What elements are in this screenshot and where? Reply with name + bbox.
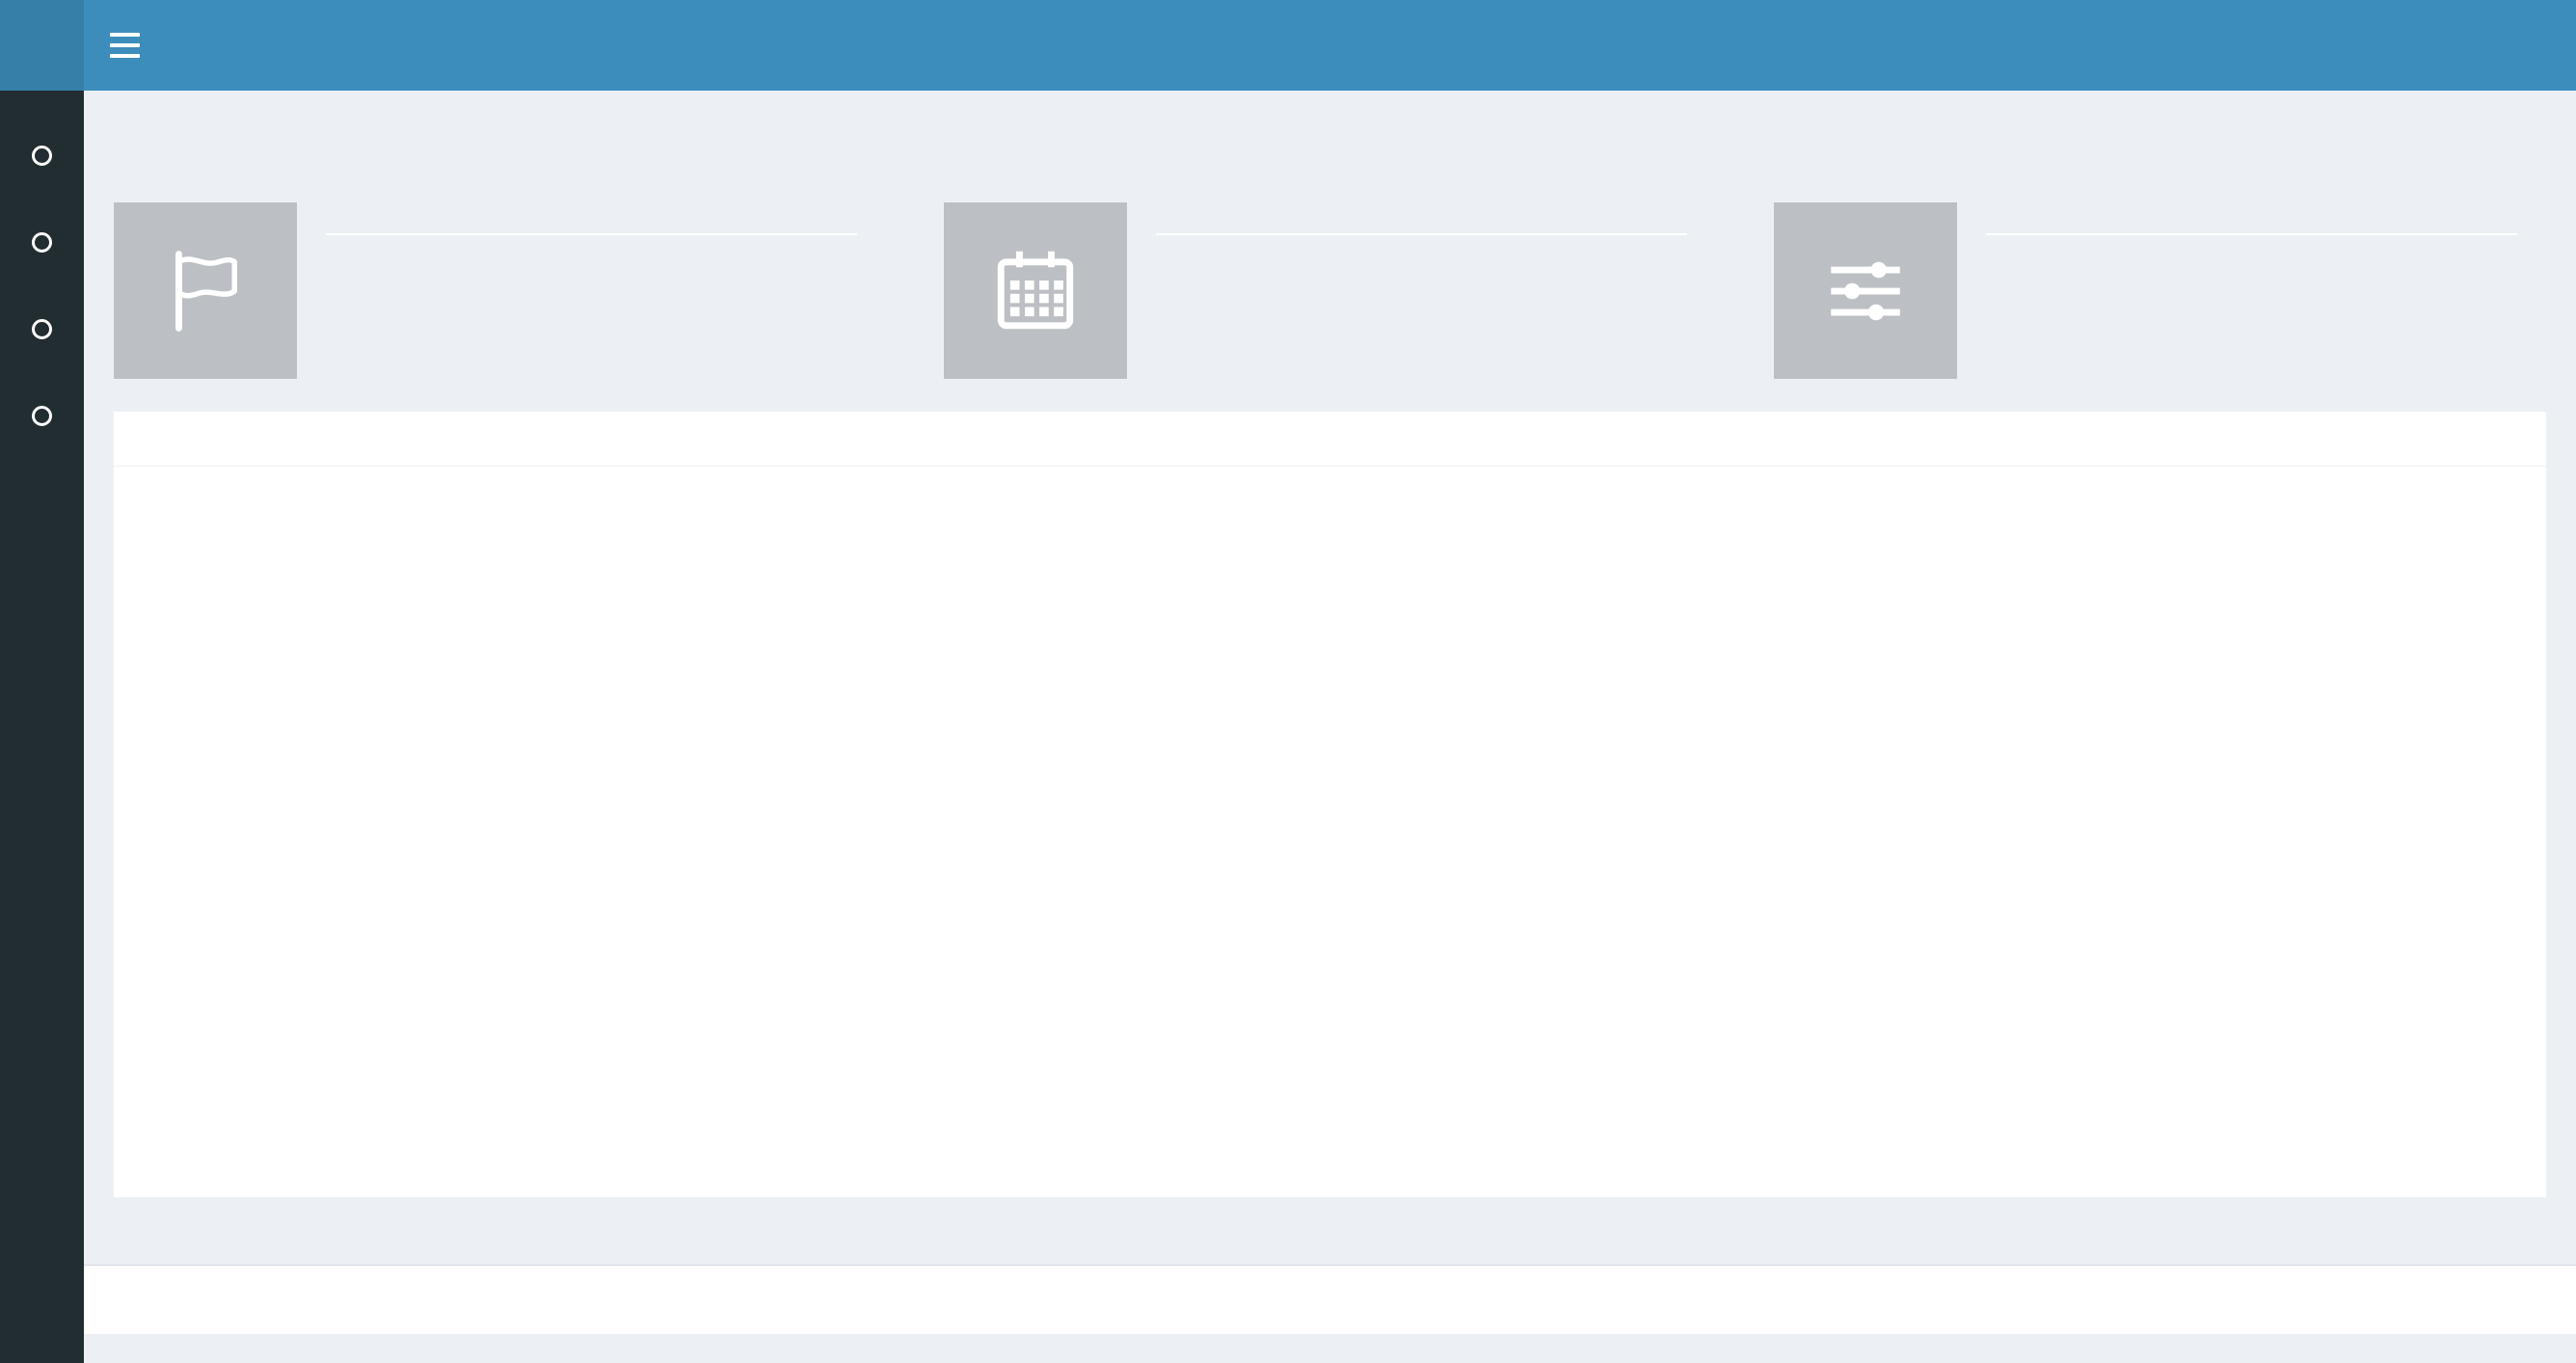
flag-icon (175, 250, 237, 332)
date-distribution-chart (150, 551, 1770, 1168)
line-chart-section (150, 490, 1770, 1168)
legend-item-fail[interactable] (982, 509, 1046, 532)
sidebar-item-1[interactable] (0, 112, 84, 199)
circle-icon (32, 318, 52, 339)
legend-item-fail[interactable] (1809, 536, 1863, 563)
sidebar-toggle-button[interactable] (84, 0, 165, 91)
info-box-executors (1774, 202, 2546, 379)
circle-icon (32, 405, 52, 426)
hamburger-icon (109, 33, 140, 37)
sliders-icon (1831, 261, 1900, 320)
calendar-icon (997, 251, 1074, 329)
divider (326, 233, 857, 235)
app-logo[interactable] (0, 0, 84, 91)
pie-chart-section (1809, 490, 2509, 1168)
line-marker-icon (1004, 514, 1017, 527)
legend-swatch-icon (1809, 536, 1851, 563)
info-box-icon-area (944, 202, 1127, 379)
info-box-jobs (114, 202, 886, 379)
line-marker-icon (896, 514, 909, 527)
legend-item-success[interactable] (874, 509, 938, 532)
sidebar-item-2[interactable] (0, 199, 84, 285)
pie-chart-legend (1809, 497, 1863, 563)
info-box-triggers (944, 202, 1716, 379)
info-box-icon-area (114, 202, 297, 379)
divider (1156, 233, 1687, 235)
panel-body (114, 467, 2546, 1197)
page-title (114, 120, 2546, 170)
page-header (84, 91, 2576, 170)
footer (84, 1265, 2576, 1334)
sidebar-item-4[interactable] (0, 372, 84, 459)
divider (1986, 233, 2517, 235)
circle-icon (32, 145, 52, 166)
info-box-row (114, 202, 2546, 379)
legend-swatch-icon (1809, 497, 1851, 524)
line-chart-legend (874, 509, 1046, 532)
top-navbar (0, 0, 2576, 91)
sidebar-item-3[interactable] (0, 285, 84, 372)
panel-title (114, 412, 2546, 467)
info-box-icon-area (1774, 202, 1957, 379)
report-panel (114, 412, 2546, 1197)
success-ratio-pie-chart (1809, 567, 2509, 1102)
circle-icon (32, 231, 52, 253)
legend-item-success[interactable] (1809, 497, 1863, 524)
main-content (84, 0, 2576, 1334)
sidebar (0, 91, 84, 1363)
